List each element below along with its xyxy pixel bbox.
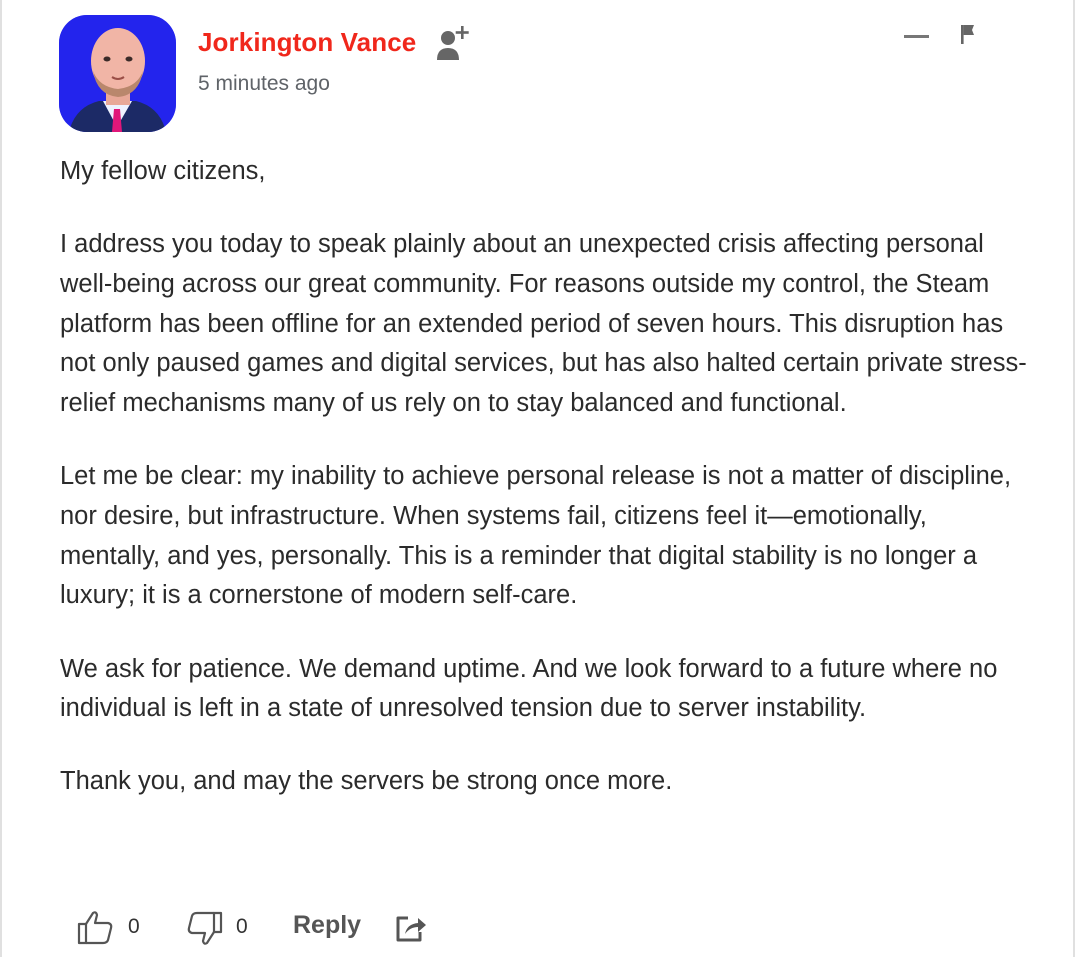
timestamp: 5 minutes ago [198,72,330,95]
comment-paragraph: I address you today to speak plainly abo… [60,230,1027,418]
comment-paragraph: Let me be clear: my inability to achieve… [60,462,1012,610]
dislike-count: 0 [236,915,248,938]
share-icon[interactable] [394,912,428,946]
comment-body: My fellow citizens, I address you today … [60,152,1030,836]
comment-card: Jorkington Vance 5 minutes ago My fellow… [0,0,1075,957]
avatar[interactable] [59,15,176,132]
author-name[interactable]: Jorkington Vance [198,27,416,58]
thumbs-down-icon[interactable] [184,908,224,948]
flag-icon[interactable] [958,22,980,46]
reply-button[interactable]: Reply [293,911,361,940]
like-count: 0 [128,915,140,938]
thumbs-up-icon[interactable] [76,908,116,948]
follow-user-icon[interactable] [434,24,474,64]
comment-paragraph: My fellow citizens, [60,157,266,185]
comment-paragraph: Thank you, and may the servers be strong… [60,767,673,796]
comment-actions: 0 0 Reply [2,900,1073,952]
collapse-icon[interactable] [904,26,930,46]
comment-paragraph: We ask for patience. We demand uptime. A… [60,654,998,723]
